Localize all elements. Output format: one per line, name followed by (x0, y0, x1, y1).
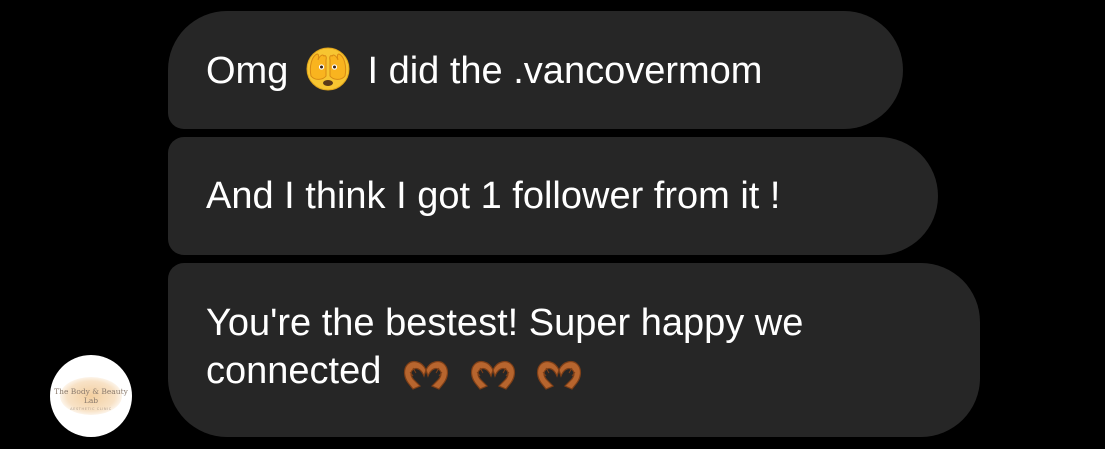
message-text: Omg (206, 50, 289, 92)
heart-hands-icon (533, 356, 585, 404)
avatar-logo-line: Lab (83, 396, 99, 405)
message-text-line: connected (206, 350, 382, 392)
message-text-line: You're the bestest! Super happy we (206, 302, 804, 344)
message-bubble[interactable]: And I think I got 1 follower from it ! (168, 137, 938, 255)
message-text: I did the .vancovermom (367, 50, 763, 92)
avatar-logo-line: The Body & Beauty (54, 387, 128, 396)
message-text: And I think I got 1 follower from it ! (206, 175, 781, 217)
avatar[interactable]: The Body & Beauty Lab AESTHETIC CLINIC (50, 355, 132, 437)
avatar-tagline: AESTHETIC CLINIC (70, 407, 112, 411)
heart-hands-icon (400, 356, 452, 404)
message-bubble[interactable]: Omg I did the .vancovermom (168, 11, 903, 129)
face-with-peeking-eye-icon (305, 46, 351, 104)
heart-hands-icon (467, 356, 519, 404)
avatar-logo-text: The Body & Beauty Lab (50, 387, 132, 405)
message-bubble[interactable]: You're the bestest! Super happy we conne… (168, 263, 980, 437)
